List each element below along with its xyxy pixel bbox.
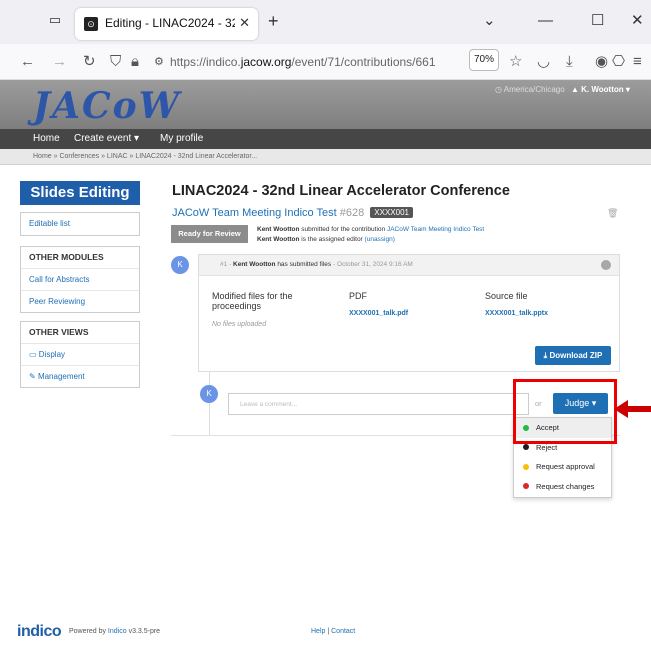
column-modified-files: Modified files for the proceedings — [212, 291, 293, 311]
revision-panel: #1 · Kent Wootton has submitted files · … — [198, 254, 620, 372]
user-menu[interactable]: ▲ K. Wootton ▾ — [571, 85, 630, 94]
menu-icon[interactable]: ≡ — [633, 53, 642, 71]
status-dot-icon — [523, 483, 529, 489]
window-close-icon[interactable]: ✕ — [631, 12, 644, 30]
comment-placeholder: Leave a comment... — [240, 401, 298, 408]
forward-icon[interactable]: → — [52, 53, 67, 71]
contribution-link[interactable]: JACoW Team Meeting Indico Test — [387, 226, 484, 233]
timezone-selector[interactable]: ◷ America/Chicago — [495, 85, 565, 94]
lock-icon[interactable]: 🔒︎ — [131, 53, 139, 71]
indico-logo[interactable]: indico — [17, 623, 62, 641]
reload-icon[interactable]: ↻ — [83, 53, 96, 71]
revision-header-text: #1 · Kent Wootton has submitted files · … — [220, 261, 413, 268]
indico-link[interactable]: Indico — [108, 628, 127, 635]
permissions-icon[interactable]: ⚙ — [154, 53, 164, 71]
contribution-summary: Kent Wootton submitted for the contribut… — [257, 226, 485, 243]
help-link[interactable]: Help — [311, 628, 325, 635]
maximize-icon[interactable]: ☐ — [591, 12, 604, 30]
menu-create-event[interactable]: Create event ▾ — [74, 133, 139, 144]
download-icon[interactable]: ⤓ — [566, 53, 573, 71]
browser-nav-bar: ← → ↻ ⛉ 🔒︎ ⚙ https://indico.jacow.org/ev… — [0, 44, 651, 80]
status-dot-icon — [523, 444, 529, 450]
jacow-logo[interactable]: JACoW — [33, 88, 181, 124]
monitor-icon: ▭ — [29, 350, 37, 359]
extensions-icon[interactable]: ⎔ — [612, 53, 625, 71]
event-title: LINAC2024 - 32nd Linear Accelerator Conf… — [172, 183, 510, 199]
screen: ▭ ⊙ Editing - LINAC2024 - 32nd Line ✕ + … — [0, 0, 651, 645]
contribution-title[interactable]: JACoW Team Meeting Indico Test #628 XXXX… — [172, 207, 413, 219]
pencil-icon: ✎ — [29, 372, 36, 381]
main-menu: Home Create event ▾ My profile — [0, 129, 651, 149]
revision-status-dot — [601, 260, 611, 270]
sidebar-item-management[interactable]: ✎ Management — [21, 365, 139, 387]
bookmark-star-icon[interactable]: ☆ — [509, 53, 522, 71]
contribution-code: XXXX001 — [370, 207, 413, 218]
browser-tab-bar: ▭ ⊙ Editing - LINAC2024 - 32nd Line ✕ + … — [0, 0, 651, 44]
source-file-link[interactable]: XXXX001_talk.pptx — [485, 310, 548, 317]
contribution-number: #628 — [339, 207, 365, 219]
browser-tab[interactable]: ⊙ Editing - LINAC2024 - 32nd Line ✕ — [75, 8, 258, 40]
annotation-highlight-box — [513, 379, 617, 444]
tab-title: Editing - LINAC2024 - 32nd Line — [105, 16, 235, 30]
sidebar-heading-other-modules: OTHER MODULES — [29, 252, 104, 262]
tab-list-icon[interactable]: ▭ — [46, 12, 64, 30]
sidebar-title: Slides Editing — [20, 181, 140, 205]
chevron-down-icon[interactable]: ⌄ — [483, 12, 496, 30]
judge-option-request-approval[interactable]: Request approval — [514, 457, 611, 477]
pdf-file-link[interactable]: XXXX001_talk.pdf — [349, 310, 408, 317]
menu-home[interactable]: Home — [33, 133, 60, 144]
favicon-icon: ⊙ — [84, 17, 98, 31]
comment-avatar: K — [200, 385, 218, 403]
column-pdf: PDF — [349, 291, 367, 301]
site-header: JACoW ◷ America/Chicago ▲ K. Wootton ▾ — [0, 80, 651, 129]
url-text[interactable]: https://indico.jacow.org/event/71/contri… — [170, 55, 435, 69]
sidebar-modules-box: OTHER MODULES Call for Abstracts Peer Re… — [20, 246, 140, 313]
footer-powered-by: Powered by Indico v3.3.5-pre — [69, 628, 161, 635]
avatar: K — [171, 256, 189, 274]
revision-header: #1 · Kent Wootton has submitted files · … — [199, 255, 619, 276]
url-bar[interactable]: ⚙ https://indico.jacow.org/event/71/cont… — [154, 49, 474, 75]
download-icon: ⤓ — [543, 351, 548, 360]
footer-links: Help | Contact — [311, 628, 356, 635]
menu-my-profile[interactable]: My profile — [160, 133, 203, 144]
judge-option-request-changes[interactable]: Request changes — [514, 477, 611, 497]
status-dot-icon — [523, 463, 529, 470]
no-files-text: No files uploaded — [212, 321, 267, 328]
sidebar-heading-other-views: OTHER VIEWS — [29, 327, 89, 337]
new-tab-icon[interactable]: + — [268, 12, 279, 30]
sidebar-item-call-for-abstracts[interactable]: Call for Abstracts — [21, 268, 139, 290]
sidebar-item-editable-list[interactable]: Editable list — [21, 213, 139, 235]
contact-link[interactable]: Contact — [331, 628, 355, 635]
sidebar-item-display[interactable]: ▭ Display — [21, 343, 139, 365]
sidebar-editable-box: Editable list — [20, 212, 140, 236]
shield-icon[interactable]: ⛉ — [110, 53, 121, 71]
sidebar-item-peer-reviewing[interactable]: Peer Reviewing — [21, 290, 139, 312]
pocket-icon[interactable]: ◡ — [537, 53, 550, 71]
sidebar-views-box: OTHER VIEWS ▭ Display ✎ Management — [20, 321, 140, 388]
column-source-file: Source file — [485, 291, 528, 301]
breadcrumb: Home » Conferences » LINAC » LINAC2024 -… — [0, 149, 651, 165]
unassign-link[interactable]: (unassign) — [365, 236, 395, 243]
zoom-level[interactable]: 70% — [469, 49, 499, 71]
account-icon[interactable]: ◉ — [595, 53, 608, 71]
minimize-icon[interactable]: — — [538, 12, 553, 30]
back-icon[interactable]: ← — [20, 53, 35, 71]
close-tab-icon[interactable]: ✕ — [239, 15, 250, 31]
comment-input[interactable]: Leave a comment... — [228, 393, 529, 415]
breadcrumb-text[interactable]: Home » Conferences » LINAC » LINAC2024 -… — [33, 153, 257, 160]
download-zip-button[interactable]: ⤓ Download ZIP — [535, 346, 611, 365]
annotation-arrow-icon — [614, 400, 651, 418]
trash-icon[interactable]: 🗑︎ — [607, 208, 618, 219]
status-badge: Ready for Review — [171, 225, 248, 243]
